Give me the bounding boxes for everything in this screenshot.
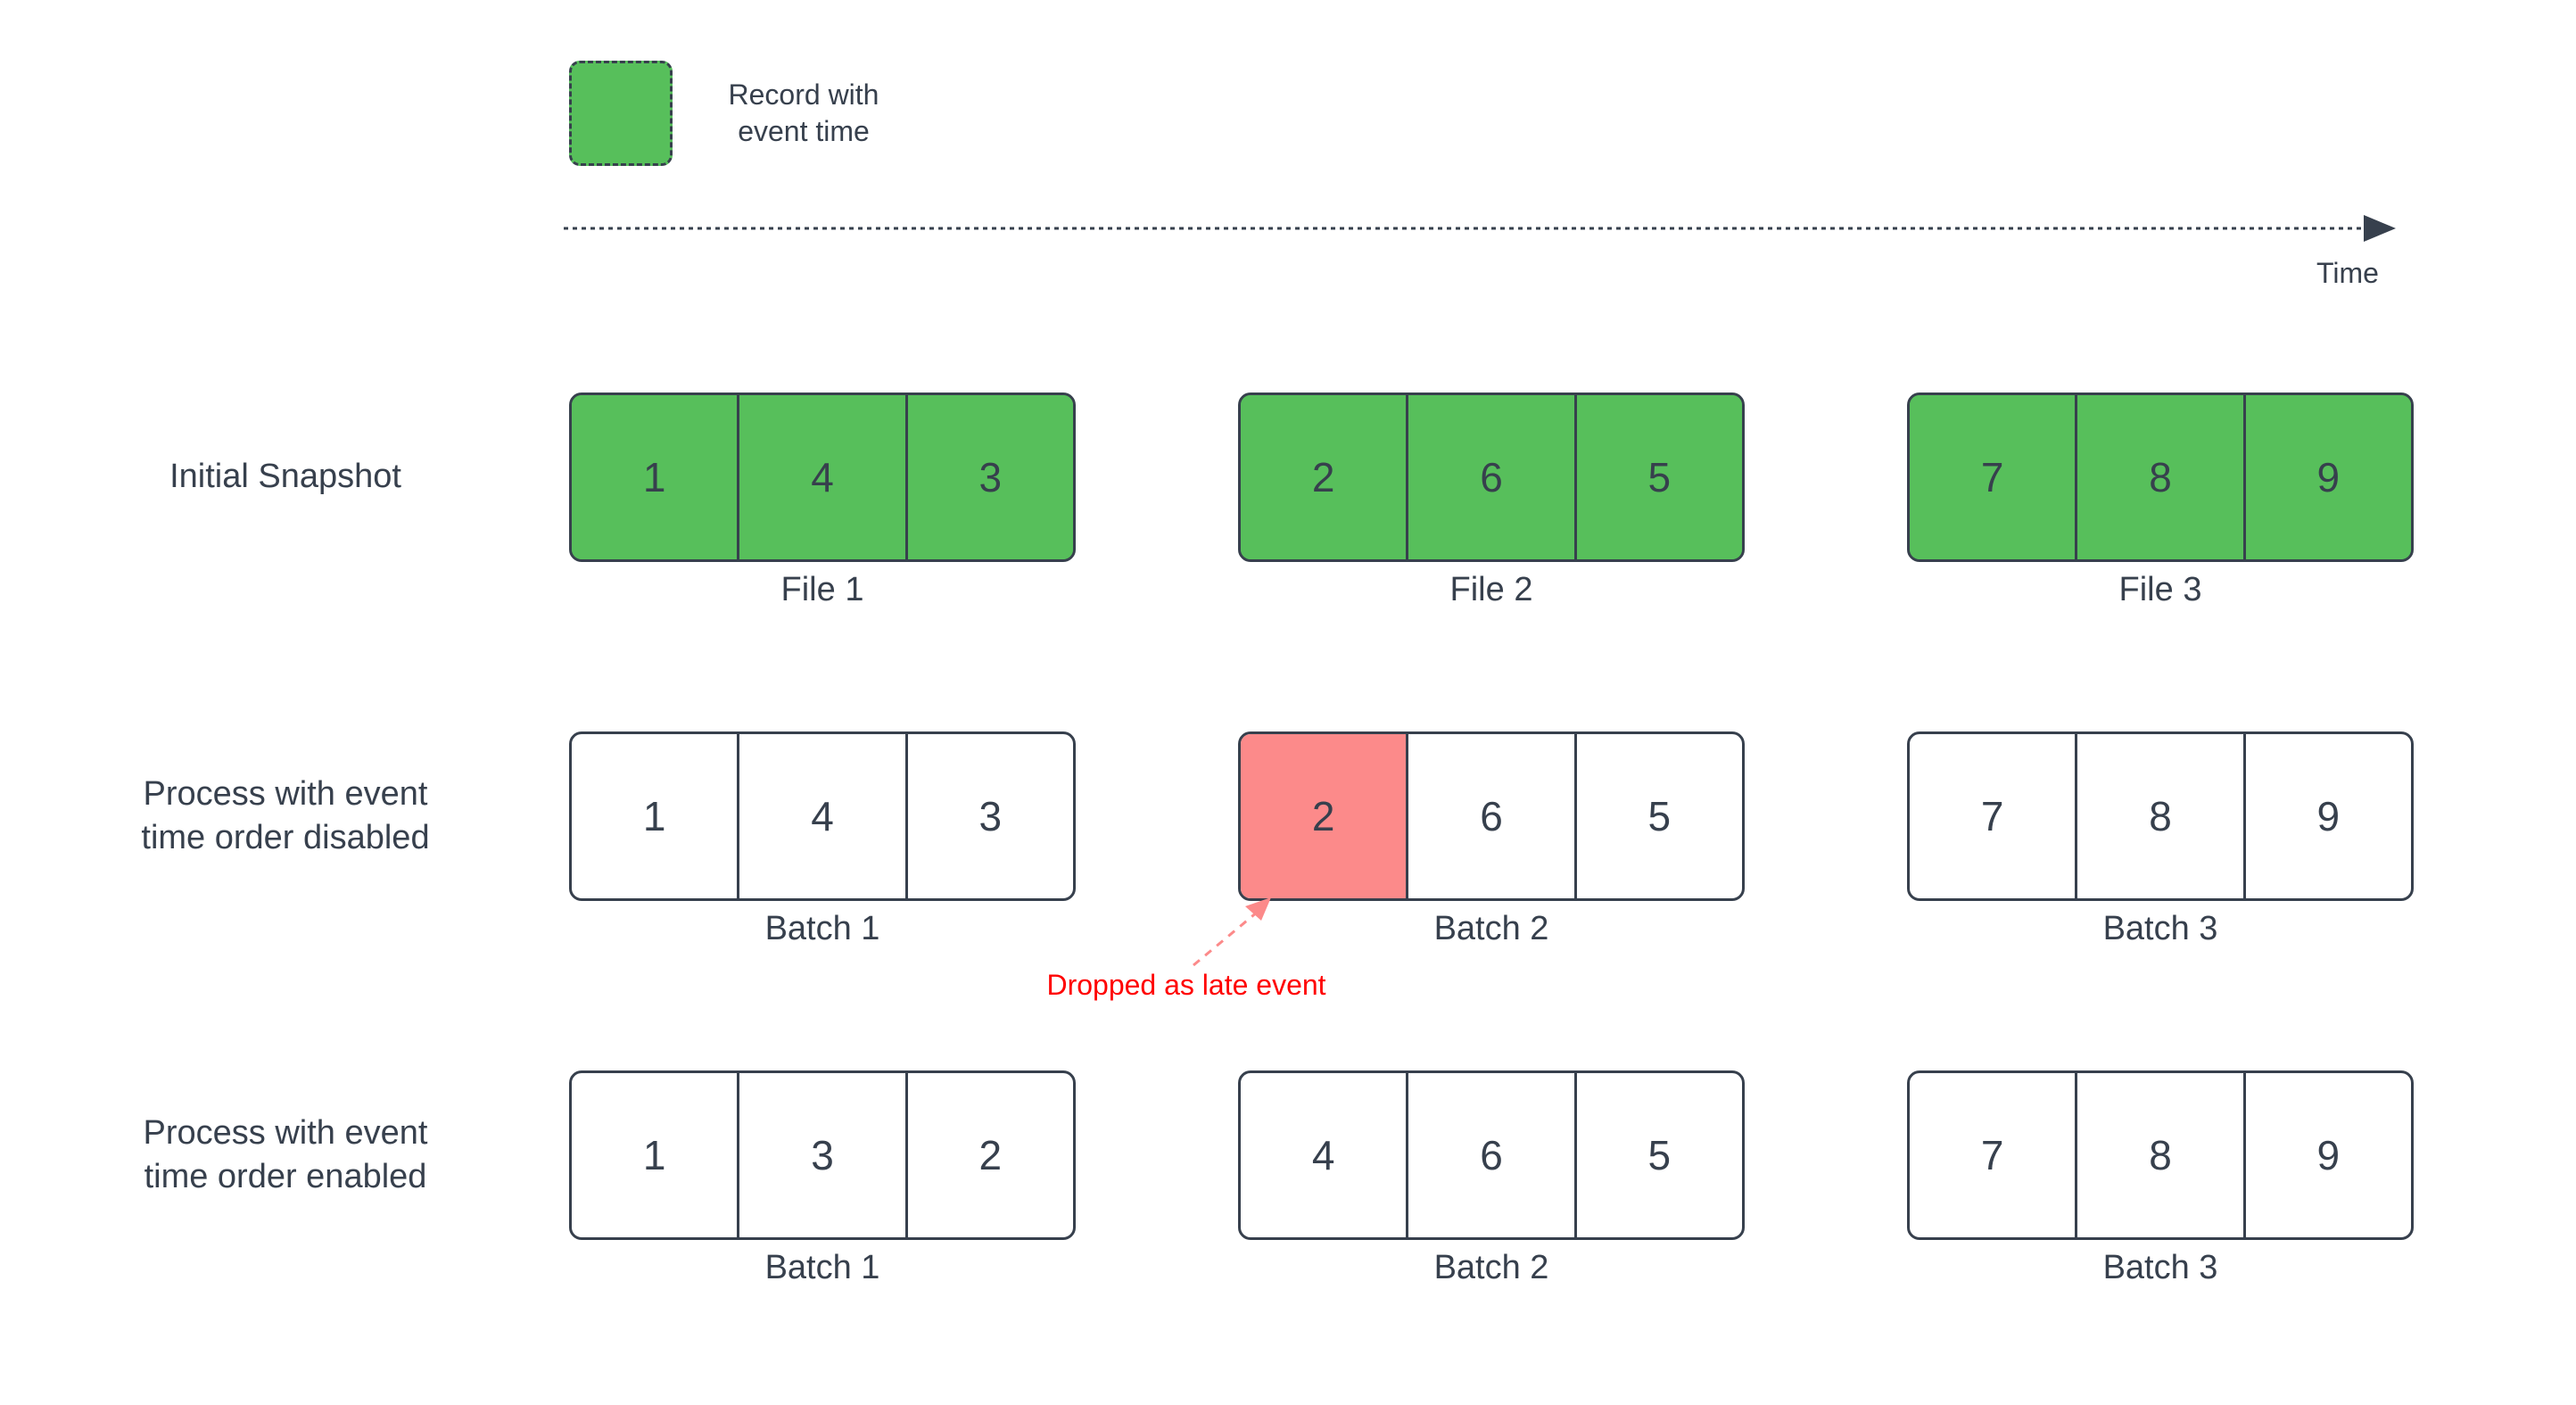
dropped-record-cell[interactable]: 2: [1241, 734, 1409, 898]
group-batch-3-enabled: 7 8 9 Batch 3: [1907, 1070, 2414, 1286]
record-cell[interactable]: 6: [1408, 734, 1577, 898]
record-cell[interactable]: 3: [907, 395, 1073, 559]
record-cell[interactable]: 2: [1241, 395, 1409, 559]
record-cell[interactable]: 7: [1910, 734, 2078, 898]
group-file-3: 7 8 9 File 3: [1907, 393, 2414, 608]
record-cell[interactable]: 8: [2077, 734, 2246, 898]
record-cell[interactable]: 7: [1910, 1073, 2078, 1237]
cell-strip: 1 4 3: [569, 393, 1076, 562]
group-caption: File 3: [2118, 571, 2202, 608]
record-cell[interactable]: 9: [2246, 1073, 2411, 1237]
group-caption: File 2: [1449, 571, 1533, 608]
row-event-time-order-enabled: Process with event time order enabled 1 …: [0, 1070, 2576, 1302]
arrow-right-icon: [2364, 215, 2396, 242]
row-label-event-time-order-enabled: Process with event time order enabled: [143, 1113, 428, 1195]
record-cell[interactable]: 8: [2077, 1073, 2246, 1237]
group-batch-3-disabled: 7 8 9 Batch 3: [1907, 731, 2414, 947]
arrow-head-icon: [1245, 897, 1271, 921]
dropped-late-event-label: Dropped as late event: [1046, 969, 1326, 1001]
row-initial-snapshot: Initial Snapshot 1 4 3 File 1 2 6 5 File…: [0, 393, 2576, 624]
dropped-late-event-annotation: Dropped as late event: [963, 892, 1463, 1035]
record-cell[interactable]: 1: [572, 734, 740, 898]
record-cell[interactable]: 4: [739, 395, 908, 559]
row-label-event-time-order-disabled: Process with event time order disabled: [141, 774, 430, 856]
record-cell[interactable]: 4: [1241, 1073, 1409, 1237]
record-cell[interactable]: 7: [1910, 395, 2078, 559]
group-batch-1-disabled: 1 4 3 Batch 1: [569, 731, 1076, 947]
record-cell[interactable]: 5: [1577, 1073, 1742, 1237]
cell-strip: 2 6 5: [1238, 393, 1745, 562]
record-cell[interactable]: 3: [739, 1073, 908, 1237]
group-caption: Batch 3: [2102, 910, 2218, 947]
record-cell[interactable]: 6: [1408, 1073, 1577, 1237]
row-label-initial-snapshot: Initial Snapshot: [169, 458, 401, 496]
record-cell[interactable]: 5: [1576, 395, 1742, 559]
cell-strip: 2 6 5: [1238, 731, 1745, 901]
group-caption: Batch 3: [2102, 1249, 2218, 1286]
record-cell[interactable]: 4: [739, 734, 908, 898]
group-file-2: 2 6 5 File 2: [1238, 393, 1745, 608]
group-caption: Batch 2: [1433, 1249, 1549, 1286]
group-caption: Batch 1: [764, 1249, 880, 1286]
legend: Record with event time: [569, 61, 897, 166]
record-swatch-icon: [569, 61, 673, 166]
legend-label: Record with event time: [728, 79, 879, 147]
group-batch-2-disabled: 2 6 5 Batch 2: [1238, 731, 1745, 947]
time-axis: Time: [564, 211, 2401, 309]
record-cell[interactable]: 9: [2245, 395, 2411, 559]
dropped-arrow: [1193, 897, 1271, 967]
record-cell[interactable]: 8: [2077, 395, 2246, 559]
cell-strip: 1 3 2: [569, 1070, 1076, 1240]
record-cell[interactable]: 6: [1408, 395, 1577, 559]
time-axis-line: [564, 215, 2396, 242]
record-cell[interactable]: 9: [2246, 734, 2411, 898]
cell-strip: 7 8 9: [1907, 393, 2414, 562]
record-cell[interactable]: 5: [1577, 734, 1742, 898]
group-batch-2-enabled: 4 6 5 Batch 2: [1238, 1070, 1745, 1286]
group-caption: File 1: [780, 571, 864, 608]
record-cell[interactable]: 1: [572, 1073, 740, 1237]
cell-strip: 7 8 9: [1907, 731, 2414, 901]
cell-strip: 1 4 3: [569, 731, 1076, 901]
record-cell[interactable]: 2: [908, 1073, 1073, 1237]
record-cell[interactable]: 1: [572, 395, 740, 559]
time-axis-label: Time: [2316, 257, 2379, 289]
cell-strip: 7 8 9: [1907, 1070, 2414, 1240]
dashed-arrow-up-right-icon: [1193, 910, 1259, 967]
group-batch-1-enabled: 1 3 2 Batch 1: [569, 1070, 1076, 1286]
group-file-1: 1 4 3 File 1: [569, 393, 1076, 608]
cell-strip: 4 6 5: [1238, 1070, 1745, 1240]
record-cell[interactable]: 3: [908, 734, 1073, 898]
